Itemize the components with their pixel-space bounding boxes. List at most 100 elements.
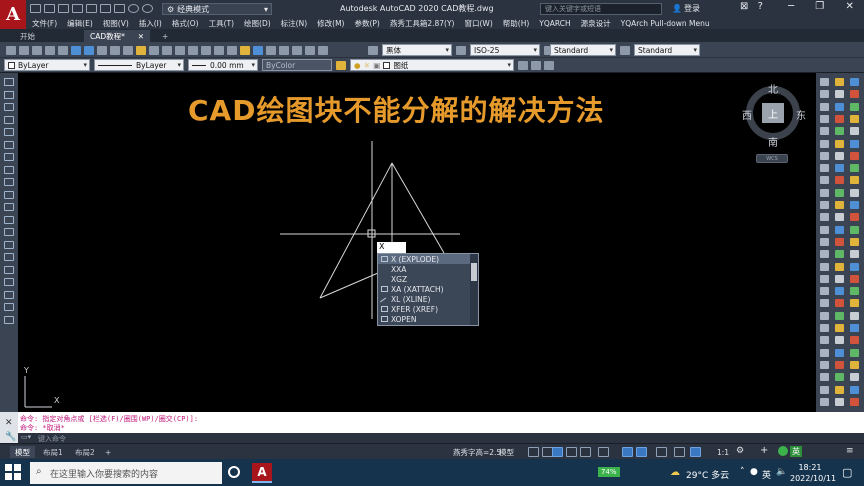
command-options-icon[interactable]: ▭▾: [21, 433, 31, 441]
construction-line-icon[interactable]: [4, 90, 14, 99]
undo-icon[interactable]: [162, 46, 172, 55]
tool-icon[interactable]: [835, 102, 844, 111]
menu-item[interactable]: 编辑(E): [67, 18, 93, 29]
zoom-previous-icon[interactable]: [227, 46, 237, 55]
web-save-icon[interactable]: [100, 4, 111, 13]
ellipse-arc-icon[interactable]: [4, 203, 14, 211]
workspace-switcher[interactable]: ⚙ 经典模式 ▾: [162, 3, 272, 15]
ortho-icon[interactable]: [580, 447, 591, 457]
tool-icon[interactable]: [835, 114, 844, 123]
battery-indicator[interactable]: 74%: [598, 467, 620, 477]
tool-icon[interactable]: [850, 336, 859, 345]
gradient-icon[interactable]: [4, 265, 14, 274]
tool-icon[interactable]: [820, 299, 829, 308]
menu-item[interactable]: 视图(V): [103, 18, 129, 29]
tool-icon[interactable]: [850, 287, 859, 296]
menu-item[interactable]: 修改(M): [317, 18, 344, 29]
ellipse-icon[interactable]: [4, 190, 14, 199]
tool-icon[interactable]: [820, 397, 829, 406]
close-icon[interactable]: ✕: [5, 418, 13, 428]
minimize-icon[interactable]: ─: [788, 1, 794, 12]
tool-icon[interactable]: [835, 360, 844, 369]
tool-icon[interactable]: [820, 287, 829, 296]
menu-item[interactable]: 参数(P): [354, 18, 379, 29]
open-icon[interactable]: [44, 4, 55, 13]
menu-item[interactable]: 插入(I): [139, 18, 162, 29]
add-layout-button[interactable]: +: [100, 446, 116, 458]
tool-icon[interactable]: [835, 397, 844, 406]
insert-block-icon[interactable]: [4, 215, 14, 224]
point-icon[interactable]: [4, 240, 14, 249]
tool-icon[interactable]: [835, 250, 844, 259]
text-style-select[interactable]: 黑体 ▾: [382, 44, 452, 56]
viewcube-west[interactable]: 西: [742, 107, 752, 122]
block-editor-icon[interactable]: [149, 46, 159, 55]
menu-item[interactable]: 绘图(D): [244, 18, 271, 29]
notification-icon[interactable]: ▢: [842, 466, 852, 479]
tool-icon[interactable]: [835, 164, 844, 173]
autocomplete-item-xgz[interactable]: XGZ: [378, 274, 471, 284]
tool-icon[interactable]: [850, 299, 859, 308]
annotation-scale[interactable]: 1:1: [712, 446, 734, 458]
taskbar-search-input[interactable]: ⌕ 在这里输入你要搜索的内容: [30, 462, 222, 484]
system-clock[interactable]: 18:21 2022/10/11: [790, 462, 836, 484]
gear-icon[interactable]: ⚙: [736, 446, 744, 456]
dynamic-input-field[interactable]: X: [377, 242, 406, 253]
tool-icon[interactable]: [850, 176, 859, 185]
layer-properties-icon[interactable]: [336, 61, 346, 70]
layout-tab-layout1[interactable]: 布局1: [38, 446, 68, 458]
tool-icon[interactable]: [850, 360, 859, 369]
ime-status-icon[interactable]: [778, 446, 788, 456]
polar-icon[interactable]: [598, 447, 609, 457]
tool-icon[interactable]: [835, 336, 844, 345]
tool-icon[interactable]: [820, 164, 829, 173]
tab-start[interactable]: 开始: [14, 30, 41, 42]
close-tab-icon[interactable]: ✕: [138, 32, 144, 41]
multileader-style-select[interactable]: Standard ▾: [634, 44, 700, 56]
layer-state-icon[interactable]: [544, 61, 554, 70]
tool-icon[interactable]: [850, 348, 859, 357]
tool-icon[interactable]: [835, 151, 844, 160]
make-block-icon[interactable]: [4, 228, 14, 236]
wcs-menu[interactable]: WCS: [756, 154, 788, 163]
autocomplete-item-xopen[interactable]: XOPEN: [378, 314, 471, 324]
tool-icon[interactable]: [850, 78, 859, 86]
tool-icon[interactable]: [820, 262, 829, 271]
menu-item[interactable]: 标注(N): [281, 18, 307, 29]
tool-icon[interactable]: [820, 114, 829, 123]
tool-icon[interactable]: [835, 287, 844, 296]
save-icon[interactable]: [58, 4, 69, 13]
tool-icon[interactable]: [820, 78, 829, 86]
speaker-icon[interactable]: 🔈: [776, 467, 787, 477]
save-as-icon[interactable]: [72, 4, 83, 13]
new-icon[interactable]: [30, 4, 41, 13]
spline-icon[interactable]: [4, 178, 14, 186]
tool-icon[interactable]: [835, 274, 844, 283]
tool-icon[interactable]: [820, 385, 829, 394]
cut-icon[interactable]: [97, 46, 107, 55]
web-open-icon[interactable]: [86, 4, 97, 13]
add-selected-icon[interactable]: [4, 315, 14, 324]
lineweight-icon[interactable]: [674, 447, 685, 457]
sign-in-button[interactable]: 👤 登录: [672, 3, 700, 14]
help-icon[interactable]: [318, 46, 328, 55]
print-icon[interactable]: [114, 4, 125, 13]
tool-icon[interactable]: [850, 164, 859, 173]
color-select[interactable]: ByLayer ▾: [4, 59, 90, 71]
app-store-icon[interactable]: ⊠: [740, 1, 748, 12]
layer-select[interactable]: ● ☼ ▣ 图纸 ▾: [350, 59, 514, 71]
autocomplete-item-xline[interactable]: XL (XLINE): [378, 294, 471, 307]
menu-item[interactable]: 帮助(H): [503, 18, 530, 29]
tool-icon[interactable]: [835, 213, 844, 222]
3d-print-icon[interactable]: [84, 46, 94, 55]
tool-icon[interactable]: [820, 274, 829, 283]
tool-icon[interactable]: [820, 336, 829, 345]
tool-icon[interactable]: [835, 90, 844, 99]
tool-icon[interactable]: [820, 237, 829, 246]
menu-item[interactable]: 文件(F): [32, 18, 57, 29]
dynamic-input-icon[interactable]: [566, 447, 577, 457]
autocomplete-item-xattach[interactable]: XA (XATTACH): [378, 284, 471, 294]
redo-icon[interactable]: [142, 4, 153, 13]
plus-icon[interactable]: +: [760, 445, 768, 456]
tool-icon[interactable]: [835, 201, 844, 209]
